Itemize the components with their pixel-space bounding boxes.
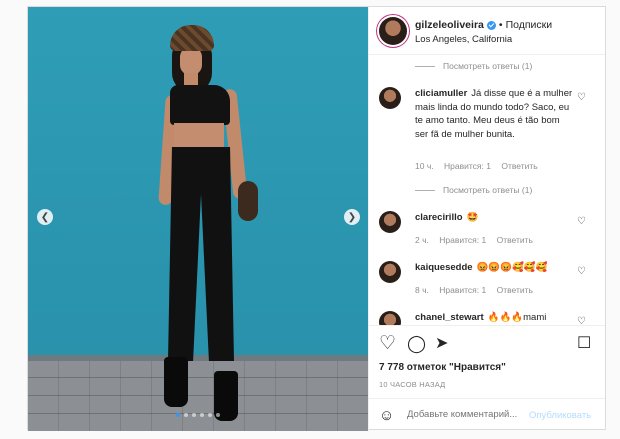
comment-likes-count[interactable]: Нравится: 1 bbox=[439, 235, 486, 245]
author-avatar[interactable] bbox=[379, 17, 407, 45]
view-replies-button[interactable]: Посмотреть ответы (1) bbox=[415, 185, 532, 195]
post-actions: ♡ ◯ ➤ ☐ 7 778 отметок "Нравится" 10 ЧАСО… bbox=[369, 325, 605, 431]
comment-like-icon[interactable]: ♡ bbox=[577, 92, 586, 103]
chevron-left-icon: ❮ bbox=[40, 211, 50, 223]
post-location[interactable]: Los Angeles, California bbox=[415, 34, 512, 45]
carousel-dots bbox=[176, 413, 220, 417]
crop-top bbox=[170, 85, 230, 125]
chevron-right-icon: ❯ bbox=[347, 211, 357, 223]
carousel-dot bbox=[208, 413, 212, 417]
following-button[interactable]: Подписки bbox=[506, 19, 553, 31]
comment-like-icon[interactable]: ♡ bbox=[577, 316, 586, 325]
commenter-avatar[interactable] bbox=[379, 87, 401, 109]
add-comment-bar: ☺ Опубликовать bbox=[369, 398, 605, 432]
carousel-dot bbox=[216, 413, 220, 417]
comment-text: cliciamuller Já disse que é a mulher mais… bbox=[415, 87, 575, 141]
commenter-username[interactable]: clarecirillo bbox=[415, 212, 463, 223]
figure-waist bbox=[174, 123, 224, 149]
shoulder-bag bbox=[238, 181, 258, 221]
cargo-pants bbox=[168, 147, 234, 361]
commenter-avatar[interactable] bbox=[379, 211, 401, 233]
verified-icon bbox=[486, 20, 496, 30]
carousel-dot bbox=[176, 413, 180, 417]
post-photo[interactable]: ❮ ❯ bbox=[28, 7, 368, 431]
publish-button[interactable]: Опубликовать bbox=[529, 410, 591, 421]
likes-count[interactable]: 7 778 отметок "Нравится" bbox=[379, 362, 506, 373]
model-figure bbox=[158, 21, 278, 421]
comment-body: 🔥🔥🔥mami bbox=[487, 312, 547, 323]
comment-meta: 10 ч. Нравится: 1 Ответить bbox=[415, 161, 546, 171]
share-icon[interactable]: ➤ bbox=[435, 334, 448, 353]
comment-time[interactable]: 10 ч. bbox=[415, 161, 434, 171]
reply-button[interactable]: Ответить bbox=[497, 235, 533, 245]
emoji-icon[interactable]: ☺ bbox=[379, 407, 394, 424]
post-header: gilzeleoliveira • Подписки Los Angeles, … bbox=[369, 7, 605, 55]
comment-body: 😡😡😡🥰🥰🥰 bbox=[476, 262, 548, 273]
heart-icon[interactable]: ♡ bbox=[379, 334, 396, 353]
comment-likes-count[interactable]: Нравится: 1 bbox=[439, 285, 486, 295]
comment-time[interactable]: 8 ч. bbox=[415, 285, 429, 295]
bookmark-icon[interactable]: ☐ bbox=[577, 334, 591, 353]
commenter-avatar[interactable] bbox=[379, 311, 401, 325]
comment-likes-count[interactable]: Нравится: 1 bbox=[444, 161, 491, 171]
commenter-username[interactable]: kaiquesedde bbox=[415, 262, 473, 273]
carousel-dot bbox=[184, 413, 188, 417]
reply-button[interactable]: Ответить bbox=[497, 285, 533, 295]
boot-left bbox=[164, 357, 188, 407]
comment-meta: 8 ч. Нравится: 1 Ответить bbox=[415, 285, 541, 295]
comment-time[interactable]: 2 ч. bbox=[415, 235, 429, 245]
comment-icon[interactable]: ◯ bbox=[407, 334, 426, 353]
post-side-panel: gilzeleoliveira • Подписки Los Angeles, … bbox=[368, 7, 605, 431]
comment-body: 🤩 bbox=[466, 212, 479, 223]
comments-list[interactable]: Посмотреть ответы (1) cliciamuller Já dis… bbox=[369, 55, 605, 325]
comment-text: clarecirillo 🤩 bbox=[415, 211, 575, 225]
figure-face bbox=[180, 47, 202, 75]
comment-meta: 2 ч. Нравится: 1 Ответить bbox=[415, 235, 541, 245]
view-replies-button[interactable]: Посмотреть ответы (1) bbox=[415, 61, 532, 71]
post-time[interactable]: 10 ЧАСОВ НАЗАД bbox=[379, 380, 445, 389]
carousel-dot bbox=[200, 413, 204, 417]
commenter-username[interactable]: chanel_stewart bbox=[415, 312, 484, 323]
author-username[interactable]: gilzeleoliveira bbox=[415, 19, 484, 31]
carousel-next-button[interactable]: ❯ bbox=[344, 209, 360, 225]
commenter-avatar[interactable] bbox=[379, 261, 401, 283]
comment-text: kaiquesedde 😡😡😡🥰🥰🥰 bbox=[415, 261, 575, 275]
commenter-username[interactable]: cliciamuller bbox=[415, 88, 467, 99]
reply-button[interactable]: Ответить bbox=[501, 161, 537, 171]
carousel-prev-button[interactable]: ❮ bbox=[37, 209, 53, 225]
comment-like-icon[interactable]: ♡ bbox=[577, 216, 586, 227]
carousel-dot bbox=[192, 413, 196, 417]
post-modal: ❮ ❯ gilzeleoliveira • Подписки Los Angel… bbox=[27, 6, 606, 431]
comment-text: chanel_stewart 🔥🔥🔥mami bbox=[415, 311, 575, 325]
add-comment-input[interactable] bbox=[407, 409, 527, 420]
bucket-hat bbox=[170, 25, 214, 51]
comment-like-icon[interactable]: ♡ bbox=[577, 266, 586, 277]
header-separator: • bbox=[498, 19, 503, 31]
